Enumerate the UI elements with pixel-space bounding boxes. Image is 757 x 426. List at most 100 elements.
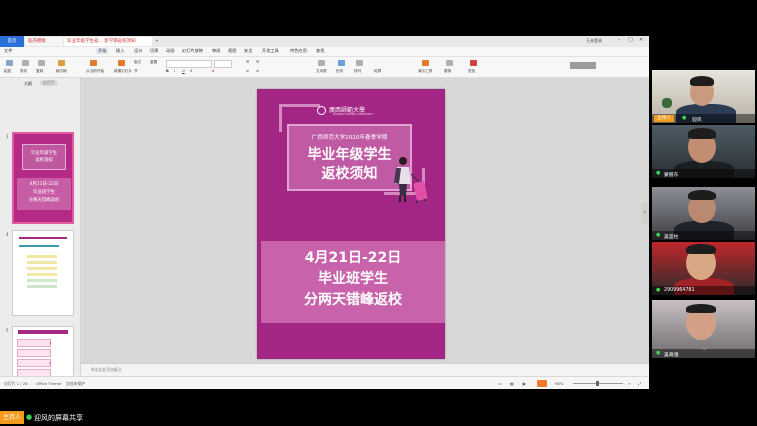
layout-label[interactable]: 版式 bbox=[134, 60, 141, 65]
arrange-icon[interactable] bbox=[356, 60, 363, 66]
align-center-icon[interactable]: ≡ bbox=[256, 69, 259, 73]
plant-decoration bbox=[662, 98, 672, 108]
new-slide-icon[interactable] bbox=[118, 60, 125, 66]
participant-name-bar: ● 吴海涵 bbox=[652, 349, 755, 358]
font-size-select[interactable] bbox=[214, 60, 232, 68]
pane-tab-slides[interactable]: 幻灯片 bbox=[40, 80, 58, 86]
video-tile[interactable]: ● 吴蓝柱 bbox=[652, 187, 755, 240]
view-reading-icon[interactable]: ▣ bbox=[522, 381, 526, 386]
tab-home[interactable]: 首页 bbox=[0, 36, 24, 47]
pane-tab-outline[interactable]: 大纲 bbox=[24, 81, 32, 87]
status-bar: 幻灯片 1 / 28 Office Theme 文档未保护 ▭ ▦ ▣ 98% … bbox=[0, 376, 649, 389]
mic-on-icon: ● bbox=[656, 170, 661, 176]
protection-status[interactable]: 文档未保护 bbox=[66, 381, 85, 387]
find-label: 查找 bbox=[468, 69, 476, 73]
zoom-slider-handle[interactable] bbox=[596, 381, 599, 386]
section-label[interactable]: 节 bbox=[134, 69, 138, 74]
maximize-icon[interactable]: □ bbox=[628, 37, 633, 43]
bold-icon[interactable]: B bbox=[166, 69, 169, 73]
university-seal-icon bbox=[317, 106, 326, 115]
menu-security[interactable]: 安全 bbox=[244, 48, 252, 54]
numbering-icon[interactable]: ☰ bbox=[256, 60, 259, 64]
textbox-label: 文本框 bbox=[316, 69, 327, 73]
reset-label[interactable]: 重置 bbox=[150, 60, 157, 65]
find-icon[interactable] bbox=[470, 60, 477, 66]
tab-current-presentation[interactable]: 毕业年级学生返... 新学期返校须知 bbox=[64, 37, 152, 46]
font-name-select[interactable] bbox=[166, 60, 212, 68]
participant-name: 蒙丽东 bbox=[664, 173, 679, 178]
thumb2-row bbox=[27, 255, 57, 258]
cut-icon[interactable] bbox=[22, 60, 29, 66]
shapes-icon[interactable] bbox=[338, 60, 345, 66]
video-tile[interactable]: 主持人 ● 迎风 bbox=[652, 70, 755, 123]
play-slideshow-button[interactable] bbox=[537, 380, 547, 387]
video-tile[interactable]: ● 2909964781 bbox=[652, 242, 755, 295]
thumb1-line3: 分两天错峰返校 bbox=[28, 198, 60, 203]
thumb-number: 5 bbox=[6, 328, 9, 333]
thumb-number: 4 bbox=[6, 232, 9, 237]
menu-developer[interactable]: 开发工具 bbox=[262, 48, 279, 54]
girl-with-suitcase-illustration bbox=[394, 157, 428, 204]
video-tile[interactable]: ⌄ ● 吴海涵 bbox=[652, 300, 755, 358]
menu-insert[interactable]: 插入 bbox=[116, 48, 124, 54]
thumb1-title-line2: 返校须知 bbox=[35, 158, 53, 163]
mic-on-icon: ● bbox=[656, 232, 661, 238]
ribbon-toolbar: 粘贴 剪切 复制 格式刷 从当前开始 新建幻灯片 版式 节 重置 B I U S… bbox=[0, 57, 649, 78]
collapse-video-panel-button[interactable]: › bbox=[641, 202, 649, 224]
menu-search[interactable]: 查找 bbox=[316, 48, 324, 54]
menu-features[interactable]: 特色应用 bbox=[290, 48, 307, 54]
menu-view[interactable]: 视图 bbox=[228, 48, 236, 54]
menu-bar: 文件 开始 插入 设计 切换 动画 幻灯片放映 审阅 视图 安全 开发工具 特色… bbox=[0, 47, 649, 57]
notes-pane[interactable]: 单击此处添加备注 bbox=[81, 363, 649, 376]
play-from-current-icon[interactable] bbox=[90, 60, 97, 66]
account-status[interactable]: 王未登录 bbox=[586, 38, 602, 44]
menu-file[interactable]: 文件 bbox=[4, 48, 12, 54]
mic-on-icon: ● bbox=[656, 287, 661, 293]
menu-review[interactable]: 审阅 bbox=[212, 48, 220, 54]
slide-thumbnail-1[interactable]: 毕业年级学生 返校须知 4月21日-22日 毕业班学生 分两天错峰返校 bbox=[12, 132, 74, 224]
new-tab-button[interactable]: + bbox=[152, 37, 162, 46]
participant-name: 2909964781 bbox=[664, 288, 695, 293]
menu-design[interactable]: 设计 bbox=[134, 48, 142, 54]
view-normal-icon[interactable]: ▭ bbox=[498, 381, 502, 386]
minimize-icon[interactable]: – bbox=[618, 37, 621, 43]
menu-transition[interactable]: 切换 bbox=[150, 48, 158, 54]
underline-icon[interactable]: U bbox=[182, 69, 185, 73]
paste-icon[interactable] bbox=[6, 60, 13, 66]
video-tile[interactable]: ● 蒙丽东 bbox=[652, 125, 755, 178]
thumb-number: 1 bbox=[6, 134, 9, 139]
font-color-icon[interactable]: A bbox=[212, 69, 214, 73]
slide-editing-area: 廣西師範大學 GUANGXI NORMAL UNIVERSITY 广西师范大学2… bbox=[81, 78, 649, 375]
close-icon[interactable]: ✕ bbox=[639, 37, 643, 43]
university-logo-subtext: GUANGXI NORMAL UNIVERSITY bbox=[333, 113, 374, 116]
slide-thumbnail-4[interactable] bbox=[12, 230, 74, 316]
tab-docer-templates[interactable]: 稻壳模板 bbox=[25, 37, 63, 46]
menu-slideshow[interactable]: 幻灯片放映 bbox=[182, 48, 203, 54]
current-slide[interactable]: 廣西師範大學 GUANGXI NORMAL UNIVERSITY 广西师范大学2… bbox=[257, 89, 445, 359]
thumb2-row bbox=[27, 273, 57, 276]
fit-window-icon[interactable]: ⤢ bbox=[638, 381, 641, 386]
person-hair bbox=[686, 244, 716, 254]
collapsed-ribbon-block bbox=[570, 62, 596, 69]
italic-icon[interactable]: I bbox=[174, 69, 175, 73]
presentation-tools-icon[interactable] bbox=[422, 60, 429, 66]
participant-name-bar: ● 吴蓝柱 bbox=[652, 231, 755, 240]
person-hair bbox=[686, 304, 716, 313]
slide-thumbnail-pane: 大纲 幻灯片 1 毕业年级学生 返校须知 4月21日-22日 毕业班学生 分两天… bbox=[0, 78, 81, 389]
shadow-icon[interactable]: S bbox=[190, 69, 192, 73]
arrange-label: 排列 bbox=[354, 69, 362, 73]
outline-label[interactable]: 轮廓 bbox=[374, 69, 381, 74]
menu-animation[interactable]: 动画 bbox=[166, 48, 174, 54]
thumb2-subheader bbox=[19, 245, 59, 247]
align-left-icon[interactable]: ≡ bbox=[246, 69, 249, 73]
replace-icon[interactable] bbox=[446, 60, 453, 66]
zoom-in-icon[interactable]: + bbox=[628, 381, 631, 386]
participant-name: 吴海涵 bbox=[664, 353, 679, 358]
copy-icon[interactable] bbox=[38, 60, 45, 66]
menu-home[interactable]: 开始 bbox=[96, 48, 109, 54]
bullets-icon[interactable]: ☰ bbox=[246, 60, 249, 64]
view-sorter-icon[interactable]: ▦ bbox=[510, 381, 514, 386]
format-painter-icon[interactable] bbox=[58, 60, 65, 66]
textbox-icon[interactable] bbox=[318, 60, 325, 66]
zoom-level[interactable]: 98% bbox=[555, 381, 563, 386]
